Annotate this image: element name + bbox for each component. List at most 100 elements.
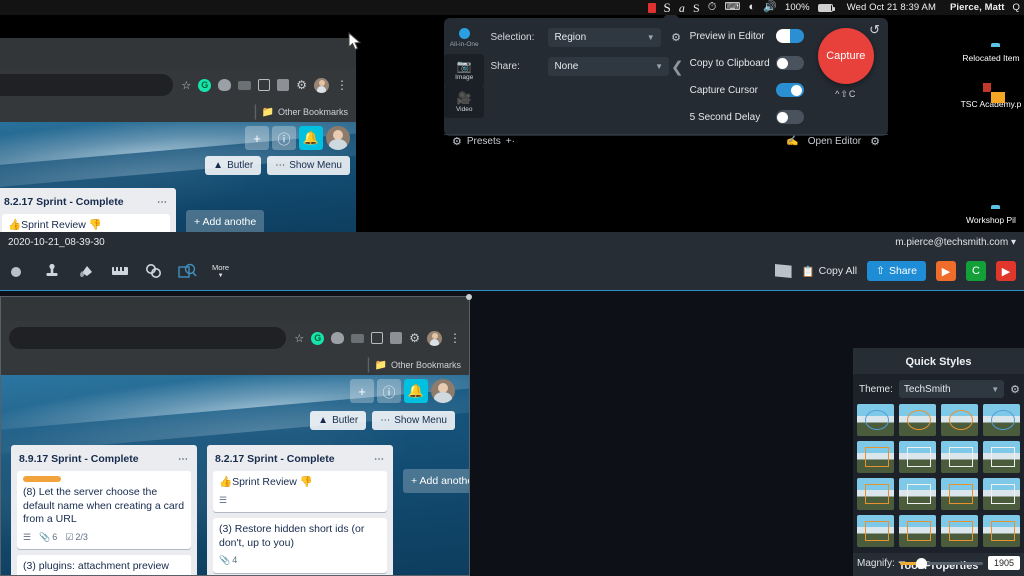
battery-icon[interactable] xyxy=(817,3,835,12)
plus-icon[interactable]: + xyxy=(350,379,374,403)
undo-arrow-icon[interactable]: ↺ xyxy=(869,22,880,38)
collapse-chevron-left-icon[interactable]: ❮ xyxy=(669,58,686,76)
quick-style-swatch[interactable] xyxy=(983,478,1020,510)
volume-icon[interactable]: 🔊 xyxy=(763,1,777,14)
resize-handle[interactable] xyxy=(466,294,472,300)
battery-percent[interactable]: 100% xyxy=(785,2,810,13)
show-menu-button[interactable]: ⋯ Show Menu xyxy=(372,411,455,430)
desktop-icon-workshop[interactable]: Workshop Pil xyxy=(954,208,1024,228)
list-item[interactable]: (3) plugins: attachment preview icon xyxy=(17,555,191,575)
shield-clock-icon[interactable]: ⏱ xyxy=(708,1,717,14)
grammarly-icon[interactable]: G xyxy=(311,331,325,345)
kebab-menu-icon[interactable]: ⋮ xyxy=(336,79,348,91)
record-stop-icon[interactable] xyxy=(647,1,656,14)
member-avatar[interactable] xyxy=(326,126,350,150)
other-bookmarks-label[interactable]: Other Bookmarks xyxy=(278,107,348,117)
quick-style-swatch[interactable] xyxy=(983,404,1020,436)
quick-style-swatch[interactable] xyxy=(941,441,978,473)
selection-tool-icon[interactable] xyxy=(8,261,28,281)
bell-icon[interactable]: 🔔 xyxy=(299,126,323,150)
list-item[interactable]: (3) Restore hidden short ids (or don't, … xyxy=(213,518,387,573)
camtasia-icon[interactable]: C xyxy=(966,261,986,281)
dots-icon[interactable] xyxy=(351,333,365,343)
list-menu-icon[interactable]: ⋯ xyxy=(157,197,168,208)
presets-label[interactable]: Presets xyxy=(467,136,501,147)
puzzle-icon[interactable]: ⚙ xyxy=(296,78,307,92)
selection-settings-gear-icon[interactable]: ⚙ xyxy=(667,28,686,47)
screencast-icon[interactable]: ▶ xyxy=(936,261,956,281)
show-menu-button[interactable]: ⋯ Show Menu xyxy=(267,156,350,175)
butler-button[interactable]: ▲ Butler xyxy=(205,156,262,175)
other-bookmarks-label[interactable]: Other Bookmarks xyxy=(391,360,461,370)
slider-knob[interactable] xyxy=(916,557,928,569)
more-tools-button[interactable]: More ▼ xyxy=(212,261,229,281)
bell-icon[interactable]: 🔔 xyxy=(404,379,428,403)
open-editor-button[interactable]: Open Editor xyxy=(808,136,861,147)
share-button[interactable]: ⇧ Share xyxy=(867,261,926,281)
profile-avatar-icon[interactable] xyxy=(427,330,442,346)
account-menu[interactable]: m.pierce@techsmith.com ▾ xyxy=(895,237,1016,248)
quick-style-swatch[interactable] xyxy=(983,515,1020,547)
bookmark-star-icon[interactable]: ☆ xyxy=(181,79,191,92)
quick-style-swatch[interactable] xyxy=(857,478,894,510)
fill-icon[interactable] xyxy=(76,261,96,281)
snagit-icon[interactable]: S xyxy=(664,1,671,14)
info-icon[interactable]: ⓘ xyxy=(272,126,296,150)
plus-icon[interactable]: + xyxy=(245,126,269,150)
quick-style-swatch[interactable] xyxy=(899,441,936,473)
user-name[interactable]: Pierce, Matt xyxy=(950,2,1005,13)
list-item[interactable]: 👍Sprint Review 👎 ☰ xyxy=(213,471,387,512)
step-icon[interactable] xyxy=(144,261,164,281)
keyboard-icon[interactable]: ⌨ xyxy=(724,1,740,14)
butler-button[interactable]: ▲ Butler xyxy=(310,411,367,430)
quick-style-swatch[interactable] xyxy=(941,404,978,436)
quick-style-swatch[interactable] xyxy=(941,478,978,510)
blur-icon[interactable] xyxy=(110,261,130,281)
selection-dropdown[interactable]: Region ▼ xyxy=(548,28,661,47)
toggle-switch[interactable] xyxy=(775,83,804,97)
grammarly-icon[interactable]: G xyxy=(198,78,212,92)
list-item[interactable]: (8) Let the server choose the default na… xyxy=(17,471,191,549)
wifi-icon[interactable]: ◐ xyxy=(748,1,755,14)
toggle-switch[interactable] xyxy=(775,110,804,124)
list-menu-icon[interactable]: ⋯ xyxy=(374,454,385,465)
share-dropdown[interactable]: None ▼ xyxy=(548,57,670,76)
tab-image[interactable]: 📷 Image xyxy=(444,54,485,86)
magnify-value-input[interactable]: 1905 xyxy=(988,556,1020,570)
quick-style-swatch[interactable] xyxy=(899,404,936,436)
kebab-menu-icon[interactable]: ⋮ xyxy=(449,332,461,344)
magnify-slider[interactable] xyxy=(899,557,983,569)
quick-style-swatch[interactable] xyxy=(857,515,894,547)
member-avatar[interactable] xyxy=(431,379,455,403)
search-icon[interactable]: Q xyxy=(1013,2,1021,13)
toggle-preview-in-editor[interactable]: Preview in Editor xyxy=(690,26,804,46)
tab-video[interactable]: 🎥 Video xyxy=(444,86,485,118)
youtube-icon[interactable]: ▶ xyxy=(996,261,1016,281)
quick-style-swatch[interactable] xyxy=(899,478,936,510)
toggle-switch[interactable] xyxy=(775,56,804,70)
reader-icon[interactable] xyxy=(390,332,403,344)
add-another-list-button[interactable]: + Add anothe xyxy=(403,469,469,493)
reader-icon[interactable] xyxy=(277,79,290,91)
quick-style-swatch[interactable] xyxy=(857,404,894,436)
bookmark-star-icon[interactable]: ☆ xyxy=(294,332,304,345)
toggle-switch[interactable] xyxy=(775,29,804,43)
profile-avatar-icon[interactable] xyxy=(314,77,329,93)
toggle-copy-to-clipboard[interactable]: Copy to Clipboard xyxy=(690,53,804,73)
desktop-icon-tsc-academy-pdf[interactable]: TSC Academy.p xyxy=(954,92,1024,112)
quick-style-swatch[interactable] xyxy=(941,515,978,547)
quick-style-swatch[interactable] xyxy=(983,441,1020,473)
address-bar[interactable] xyxy=(9,327,287,349)
tab-all-in-one[interactable]: All-in-One xyxy=(444,22,484,54)
toggle-capture-cursor[interactable]: Capture Cursor xyxy=(690,80,804,100)
puzzle-icon[interactable]: ⚙ xyxy=(409,331,420,345)
s-icon[interactable]: S xyxy=(693,1,700,14)
address-bar[interactable] xyxy=(0,74,174,96)
notion-icon[interactable] xyxy=(371,332,384,344)
stamp-icon[interactable] xyxy=(42,261,62,281)
theme-dropdown[interactable]: TechSmith ▼ xyxy=(898,380,1005,398)
notion-icon[interactable] xyxy=(258,79,271,91)
dots-icon[interactable] xyxy=(238,80,252,90)
list-menu-icon[interactable]: ⋯ xyxy=(178,454,189,465)
toggle-5-second-delay[interactable]: 5 Second Delay xyxy=(690,107,804,127)
